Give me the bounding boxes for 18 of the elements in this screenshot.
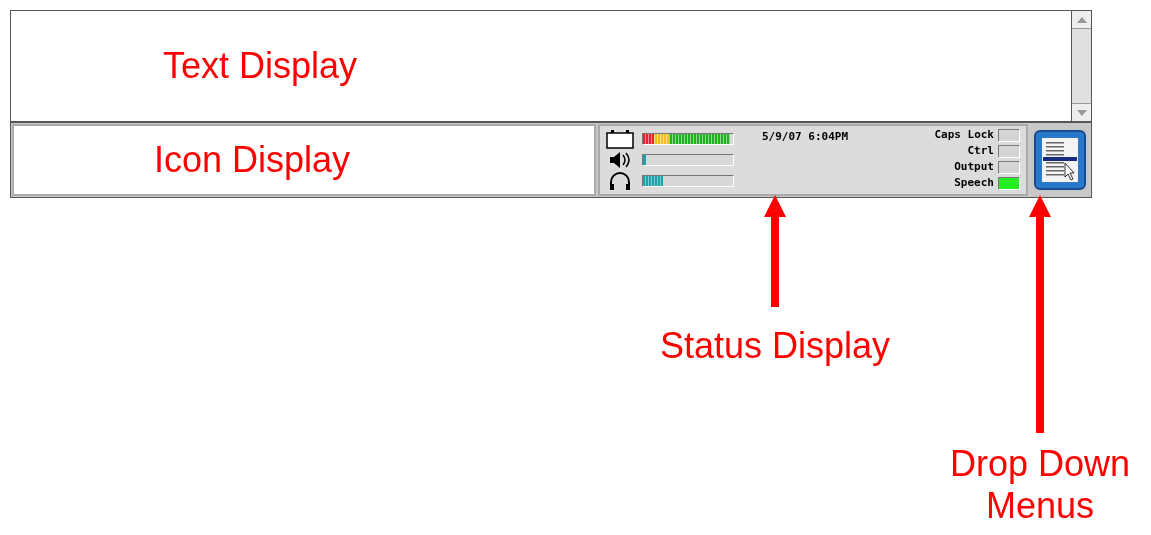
annotation-label: Drop Down Menus [948,443,1132,527]
headphones-icon [608,170,632,191]
scroll-up-icon[interactable] [1076,16,1087,23]
date-time: 5/9/07 6:04PM [762,129,849,145]
indicator-label: Ctrl [967,143,994,160]
panel-label: Text Display [163,44,358,88]
menu-list-icon [1041,137,1079,183]
arrow-icon [1029,195,1051,433]
annotation-label: Status Display [659,324,891,368]
indicator-label: Output [954,159,994,176]
indicator-label: Speech [954,175,994,192]
panel-label: Icon Display [154,138,351,182]
scroll-down-icon[interactable] [1076,109,1087,116]
indicator-label: Caps Lock [934,127,994,144]
arrow-icon [764,195,786,307]
battery-icon [606,128,634,149]
menu-button[interactable] [1034,130,1086,190]
speaker-icon [608,149,632,170]
